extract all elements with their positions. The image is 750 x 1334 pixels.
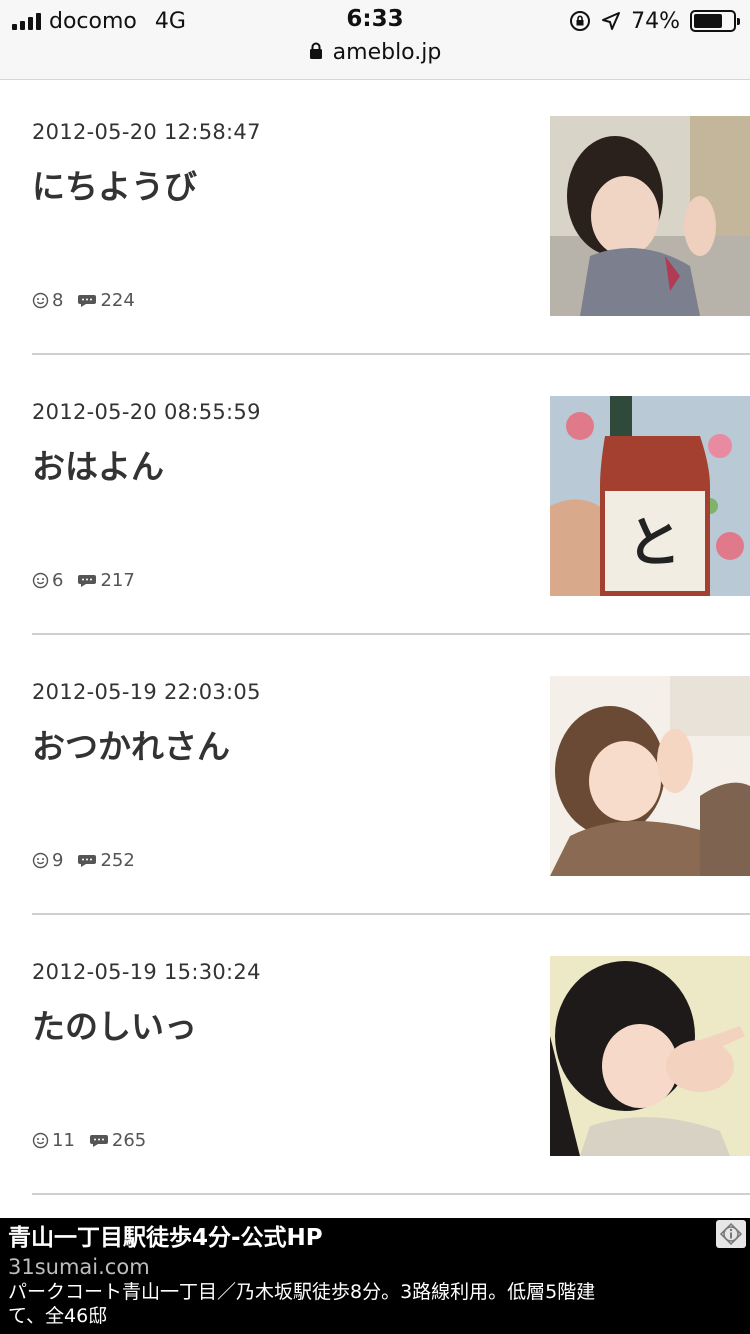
post-title[interactable]: おつかれさん <box>32 720 230 768</box>
smiley-icon <box>32 572 49 589</box>
comment-count-value: 265 <box>111 1130 147 1151</box>
post-date: 2012-05-19 22:03:05 <box>32 680 261 704</box>
comment-count: 217 <box>77 570 135 591</box>
like-count-value: 9 <box>52 850 64 871</box>
like-count-value: 8 <box>52 290 64 311</box>
post-title[interactable]: にちようび <box>32 160 197 208</box>
post-thumbnail[interactable] <box>550 676 750 876</box>
comment-count: 252 <box>77 850 135 871</box>
lock-icon <box>309 42 323 64</box>
smiley-icon <box>32 852 49 869</box>
post-meta: 11 265 <box>32 1130 160 1151</box>
comment-count-value: 217 <box>100 570 135 591</box>
post-thumbnail[interactable] <box>550 956 750 1156</box>
smiley-icon <box>32 1132 49 1149</box>
comment-count: 265 <box>89 1130 146 1151</box>
post-item[interactable]: 2012-05-20 12:58:47 にちようび 8 224 <box>32 80 750 355</box>
battery-icon <box>690 10 740 32</box>
post-date: 2012-05-20 12:58:47 <box>32 120 261 144</box>
ad-description: パークコート青山一丁目／乃木坂駅徒歩8分。3路線利用。低層5階建て、全46邸 <box>8 1281 596 1327</box>
post-date: 2012-05-20 08:55:59 <box>32 400 261 424</box>
post-thumbnail[interactable]: と <box>550 396 750 596</box>
like-count: 11 <box>32 1130 75 1151</box>
smiley-icon <box>32 292 49 309</box>
post-meta: 9 252 <box>32 850 149 871</box>
post-title[interactable]: たのしいっ <box>32 1000 197 1048</box>
address-bar[interactable]: ameblo.jp <box>0 40 750 65</box>
post-item[interactable]: 2012-05-19 22:03:05 おつかれさん 9 252 <box>32 640 750 915</box>
post-meta: 6 217 <box>32 570 149 591</box>
location-icon <box>601 11 621 31</box>
post-thumbnail[interactable] <box>550 116 750 316</box>
like-count: 8 <box>32 290 63 311</box>
speech-bubble-icon <box>78 294 97 307</box>
url-text: ameblo.jp <box>332 40 442 65</box>
post-title[interactable]: おはよん <box>32 440 164 488</box>
info-icon[interactable] <box>716 1220 746 1248</box>
post-item[interactable]: 2012-05-19 15:30:24 たのしいっ 11 265 <box>32 920 750 1195</box>
post-date: 2012-05-19 15:30:24 <box>32 960 261 984</box>
speech-bubble-icon <box>89 1134 108 1147</box>
svg-text:と: と <box>627 511 681 574</box>
post-meta: 8 224 <box>32 290 149 311</box>
like-count-value: 11 <box>52 1130 75 1151</box>
post-item[interactable]: 2012-05-20 08:55:59 おはよん 6 217 と <box>32 360 750 635</box>
status-bar: docomo 4G 6:33 74% ameblo.jp <box>0 0 750 80</box>
speech-bubble-icon <box>78 574 97 587</box>
ad-banner[interactable]: 青山一丁目駅徒歩4分-公式HP 31sumai.com パークコート青山一丁目／… <box>0 1218 750 1334</box>
ad-domain: 31sumai.com <box>8 1255 150 1279</box>
comment-count-value: 252 <box>100 850 135 871</box>
like-count-value: 6 <box>52 570 64 591</box>
like-count: 9 <box>32 850 63 871</box>
battery-percent: 74% <box>631 8 680 34</box>
comment-count-value: 224 <box>100 290 135 311</box>
comment-count: 224 <box>77 290 135 311</box>
orientation-lock-icon <box>569 10 591 32</box>
ad-title[interactable]: 青山一丁目駅徒歩4分-公式HP <box>8 1222 742 1254</box>
status-icons: 74% <box>569 8 740 34</box>
like-count: 6 <box>32 570 63 591</box>
speech-bubble-icon <box>78 854 97 867</box>
